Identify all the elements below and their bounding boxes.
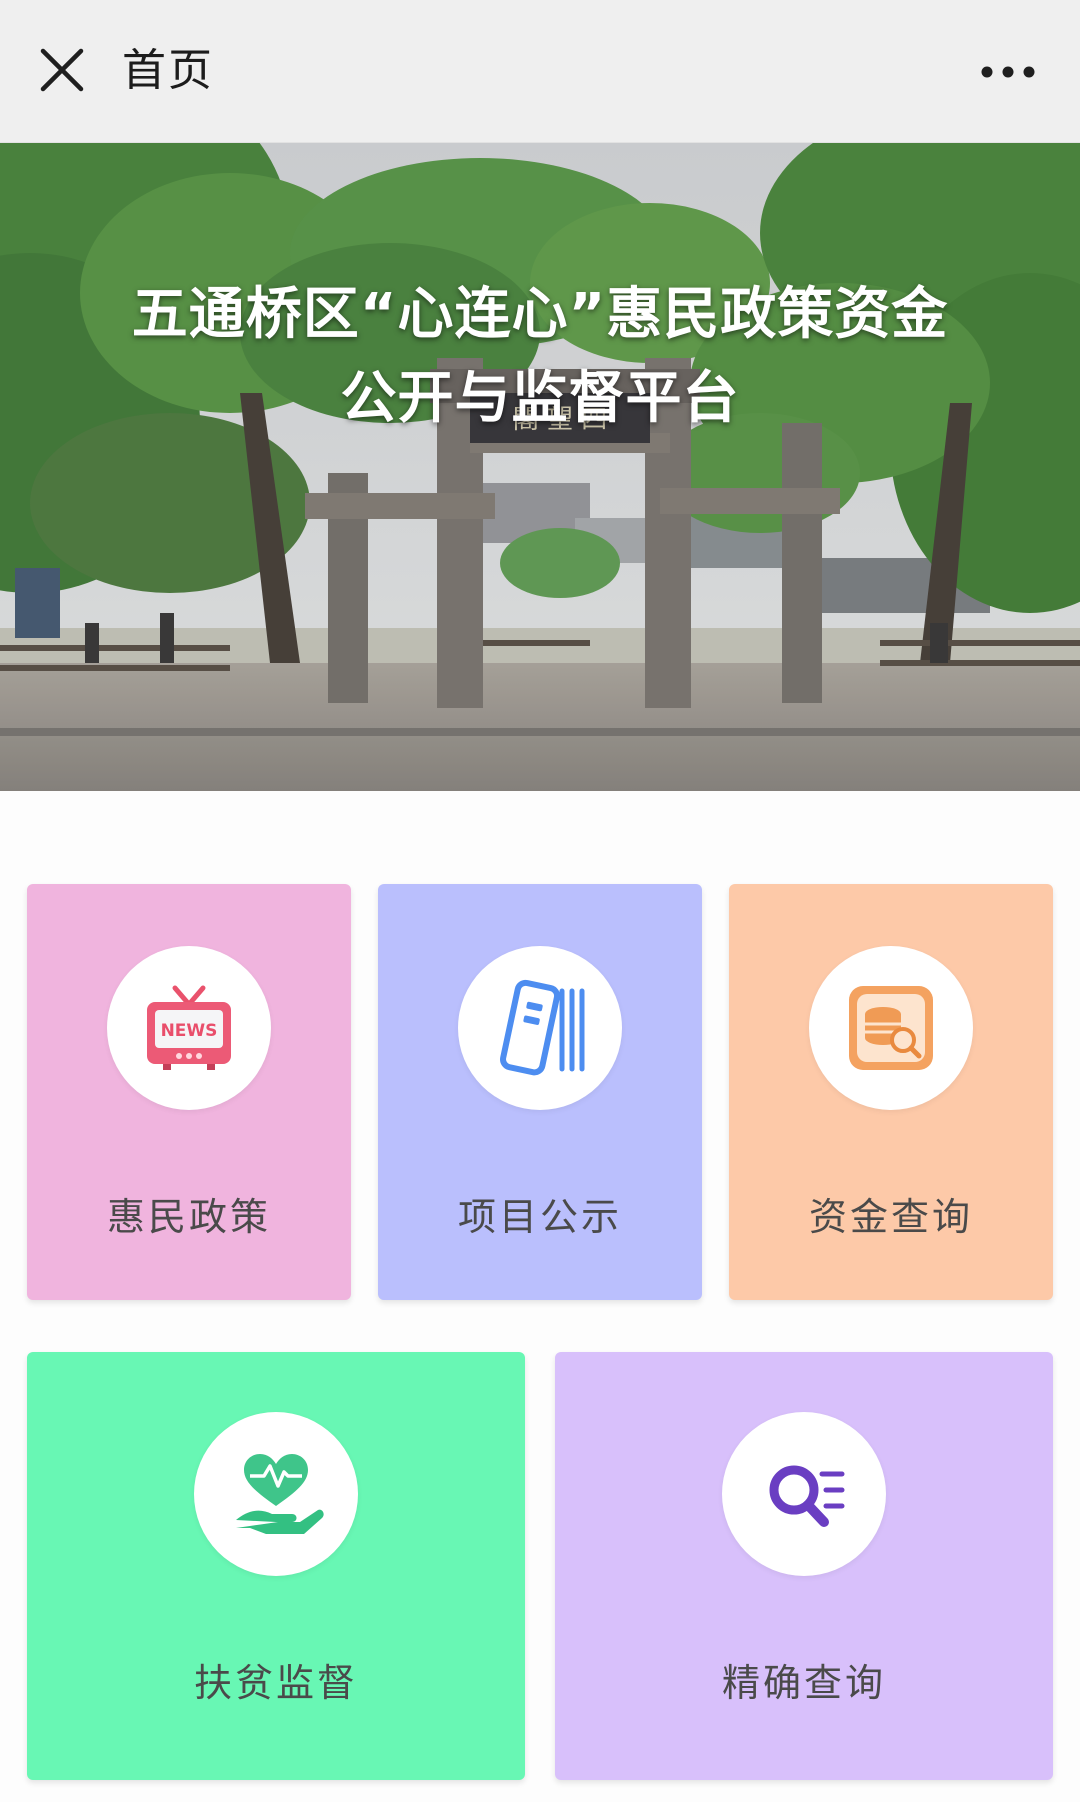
svg-text:NEWS: NEWS [161,1021,218,1041]
heart-hand-icon [236,1454,324,1534]
tile-project-announcement[interactable]: 项目公示 [378,884,702,1300]
close-icon [40,48,84,92]
hero-banner: 閣 望 四 五通桥区“心连心”惠民政策资金 公开与监督平台 [0,143,1080,791]
tile-label: 扶贫监督 [193,1661,358,1705]
tile-fund-inquiry[interactable]: 资金查询 [729,884,1053,1300]
tile-label: 项目公示 [457,1195,622,1239]
search-list-icon [769,1465,845,1527]
more-options-button[interactable] [968,34,1048,110]
top-navigation-bar: 首页 [0,0,1080,143]
tile-icon-circle [809,946,973,1110]
tile-icon-circle [458,946,622,1110]
tile-label: 惠民政策 [106,1195,271,1239]
hero-title-line-1: 五通桥区“心连心”惠民政策资金 [131,282,949,347]
tile-icon-circle: NEWS [107,946,271,1110]
tile-policy[interactable]: NEWS 惠民政策 [27,884,351,1300]
document-list-icon [500,979,585,1076]
tile-poverty-supervision[interactable]: 扶贫监督 [27,1352,525,1780]
hero-title-line-2: 公开与监督平台 [340,366,740,431]
page-title: 首页 [122,45,214,96]
close-button[interactable] [22,30,102,110]
hero-photo-gate-trees: 閣 望 四 [0,143,1080,791]
hero-title: 五通桥区“心连心”惠民政策资金 公开与监督平台 [60,273,1020,441]
news-tv-icon: NEWS [147,985,231,1070]
tile-label: 资金查询 [808,1195,973,1239]
database-search-icon [849,986,933,1070]
tile-label: 精确查询 [721,1661,886,1705]
tile-icon-circle [194,1412,358,1576]
tile-icon-circle [722,1412,886,1576]
more-dots-icon [981,66,1035,78]
tile-precise-inquiry[interactable]: 精确查询 [555,1352,1053,1780]
